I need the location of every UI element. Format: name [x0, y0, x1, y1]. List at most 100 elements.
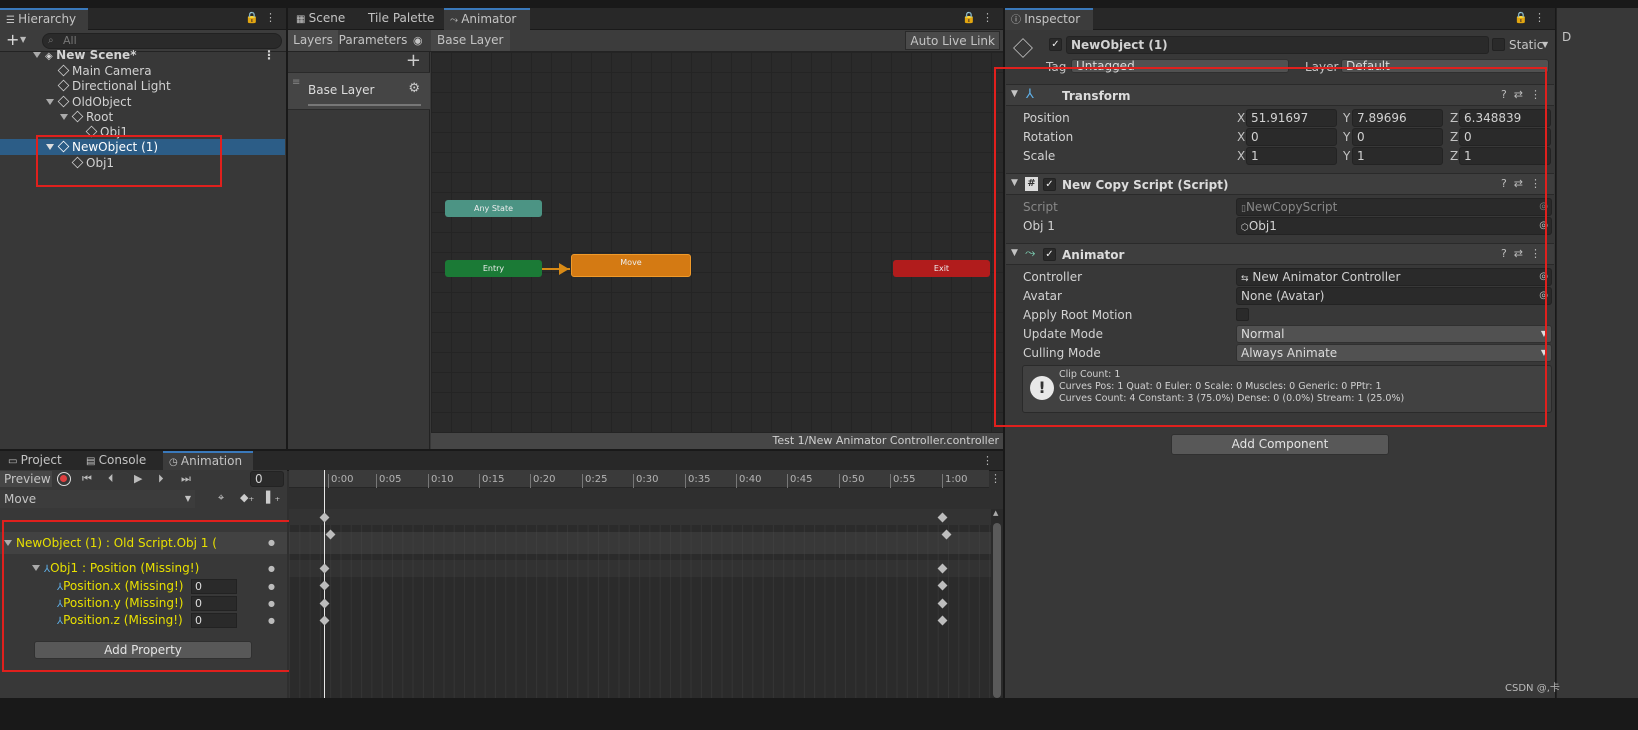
- property-options-icon[interactable]: ●: [268, 560, 275, 577]
- tab-tile-palette[interactable]: Tile Palette: [362, 8, 440, 30]
- scale-z-field[interactable]: 1: [1459, 147, 1551, 165]
- add-property-button[interactable]: Add Property: [34, 641, 252, 659]
- object-picker-icon[interactable]: ◎: [1539, 218, 1548, 234]
- position-z-value[interactable]: 0: [191, 613, 237, 628]
- frame-input[interactable]: 0: [250, 471, 284, 487]
- drag-handle-icon[interactable]: ≡: [292, 77, 300, 88]
- apply-root-motion-checkbox[interactable]: [1236, 308, 1249, 321]
- hierarchy-item-main-camera[interactable]: Main Camera: [0, 63, 285, 79]
- add-keyframe-icon[interactable]: ◆₊: [240, 491, 254, 504]
- expand-arrow-icon[interactable]: [46, 144, 54, 150]
- hierarchy-item-obj1[interactable]: Obj1: [0, 155, 285, 171]
- property-options-icon[interactable]: ●: [268, 578, 275, 595]
- expand-arrow-icon[interactable]: [32, 565, 40, 571]
- rotation-y-field[interactable]: 0: [1352, 128, 1443, 146]
- exit-node[interactable]: Exit: [893, 260, 990, 277]
- foldout-arrow-icon[interactable]: ▼: [1011, 178, 1018, 188]
- property-row-position-z[interactable]: ⅄Position.z (Missing!) ●: [0, 612, 287, 629]
- active-checkbox[interactable]: ✓: [1049, 38, 1062, 51]
- center-tab-icons[interactable]: 🔒⋮: [962, 11, 999, 24]
- position-y-value[interactable]: 0: [191, 596, 237, 611]
- component-header-icons[interactable]: ?⇄⋮: [1501, 88, 1548, 101]
- last-key-icon[interactable]: ⏭: [181, 472, 191, 486]
- scrollbar-thumb[interactable]: [993, 523, 1001, 698]
- timeline-options-icon[interactable]: ⋮: [990, 472, 1001, 485]
- prev-key-icon[interactable]: ⏴: [108, 472, 114, 486]
- avatar-field[interactable]: None (Avatar) ◎: [1236, 287, 1552, 305]
- animator-graph[interactable]: Any State Entry Move Exit: [431, 52, 1003, 433]
- filter-keys-icon[interactable]: ⌖: [218, 491, 224, 505]
- any-state-node[interactable]: Any State: [445, 200, 542, 217]
- parameters-tab[interactable]: Parameters: [338, 30, 408, 51]
- scroll-up-icon[interactable]: ▲: [993, 509, 998, 517]
- component-header-icons[interactable]: ?⇄⋮: [1501, 247, 1548, 260]
- update-mode-dropdown[interactable]: Normal ▼: [1236, 325, 1552, 343]
- summary-track[interactable]: [289, 509, 991, 525]
- add-event-icon[interactable]: ▌₊: [266, 491, 280, 504]
- rotation-z-field[interactable]: 0: [1459, 128, 1551, 146]
- scale-y-field[interactable]: 1: [1352, 147, 1443, 165]
- layers-tab[interactable]: Layers: [288, 30, 338, 51]
- breadcrumb[interactable]: Base Layer: [431, 30, 510, 51]
- transform-header[interactable]: ▼ ⅄ Transform ?⇄⋮: [1006, 84, 1554, 106]
- hierarchy-item-directional-light[interactable]: Directional Light: [0, 78, 285, 94]
- position-x-field[interactable]: 51.91697: [1246, 109, 1337, 127]
- controller-field[interactable]: ⇆ New Animator Controller ◎: [1236, 268, 1552, 286]
- play-icon[interactable]: ▶: [134, 472, 142, 485]
- more-icon[interactable]: ⋮: [263, 47, 275, 63]
- first-key-icon[interactable]: ⏮: [82, 472, 92, 486]
- position-z-field[interactable]: 6.348839: [1459, 109, 1551, 127]
- record-button[interactable]: [57, 472, 71, 486]
- add-layer-icon[interactable]: +: [406, 50, 421, 71]
- property-group-row[interactable]: NewObject (1) : Old Script.Obj 1 (●: [0, 532, 287, 554]
- obj1-field[interactable]: ⬡Obj1 ◎: [1236, 217, 1552, 235]
- tab-scene[interactable]: ▦ Scene: [290, 8, 351, 30]
- clip-dropdown[interactable]: Move ▼: [0, 490, 195, 508]
- entry-node[interactable]: Entry: [445, 260, 542, 277]
- move-state-node[interactable]: Move: [571, 254, 691, 277]
- property-options-icon[interactable]: ●: [268, 595, 275, 612]
- property-row-position-y[interactable]: ⅄Position.y (Missing!) ●: [0, 595, 287, 612]
- tab-animator[interactable]: ⤳ Animator: [444, 8, 530, 30]
- expand-arrow-icon[interactable]: [4, 540, 12, 546]
- vertical-scrollbar[interactable]: ▲: [991, 509, 1003, 698]
- hierarchy-tab-icons[interactable]: 🔒⋮: [245, 11, 282, 24]
- next-key-icon[interactable]: ⏵: [158, 472, 164, 486]
- hierarchy-item-root[interactable]: Root: [0, 109, 285, 125]
- layer-item-base[interactable]: ≡ Base Layer ⚙: [288, 72, 430, 110]
- expand-arrow-icon[interactable]: [33, 52, 41, 58]
- property-row-position-x[interactable]: ⅄Position.x (Missing!) ●: [0, 578, 287, 595]
- foldout-arrow-icon[interactable]: ▼: [1011, 248, 1018, 258]
- property-options-icon[interactable]: ●: [268, 612, 275, 629]
- eye-icon[interactable]: ◉: [413, 30, 423, 51]
- tab-animation[interactable]: ◷ Animation: [163, 451, 253, 471]
- rotation-x-field[interactable]: 0: [1246, 128, 1337, 146]
- copy-script-header[interactable]: ▼ # ✓ New Copy Script (Script) ?⇄⋮: [1006, 173, 1554, 195]
- hierarchy-item-obj1-child[interactable]: Obj1: [0, 124, 285, 140]
- culling-mode-dropdown[interactable]: Always Animate ▼: [1236, 344, 1552, 362]
- position-x-value[interactable]: 0: [191, 579, 237, 594]
- foldout-arrow-icon[interactable]: ▼: [1011, 89, 1018, 99]
- expand-arrow-icon[interactable]: [60, 114, 68, 120]
- hierarchy-item-scene[interactable]: ◈ New Scene* ⋮: [0, 47, 285, 63]
- static-checkbox[interactable]: [1492, 38, 1505, 51]
- inspector-tab-icons[interactable]: 🔒⋮: [1514, 11, 1551, 24]
- add-component-button[interactable]: Add Component: [1171, 434, 1389, 455]
- tab-hierarchy[interactable]: ☰ Hierarchy: [0, 8, 88, 30]
- layer-dropdown[interactable]: Default: [1341, 59, 1549, 73]
- static-dropdown-icon[interactable]: ▼: [1542, 40, 1548, 49]
- component-header-icons[interactable]: ?⇄⋮: [1501, 177, 1548, 190]
- tab-inspector[interactable]: ⓘ Inspector: [1005, 8, 1093, 30]
- animator-enabled-checkbox[interactable]: ✓: [1043, 248, 1056, 261]
- tab-project[interactable]: ▭ Project: [2, 451, 68, 471]
- expand-arrow-icon[interactable]: [46, 99, 54, 105]
- property-options-icon[interactable]: ●: [268, 532, 275, 554]
- hierarchy-item-newobject[interactable]: NewObject (1): [0, 139, 285, 155]
- dropdown-arrow-icon[interactable]: ▼: [20, 32, 26, 48]
- object-name-field[interactable]: NewObject (1): [1066, 36, 1489, 54]
- object-picker-icon[interactable]: ◎: [1539, 288, 1548, 304]
- position-y-field[interactable]: 7.89696: [1352, 109, 1443, 127]
- tag-dropdown[interactable]: Untagged: [1071, 59, 1289, 73]
- animator-component-header[interactable]: ▼ ⤳ ✓ Animator ?⇄⋮: [1006, 243, 1554, 265]
- scale-x-field[interactable]: 1: [1246, 147, 1337, 165]
